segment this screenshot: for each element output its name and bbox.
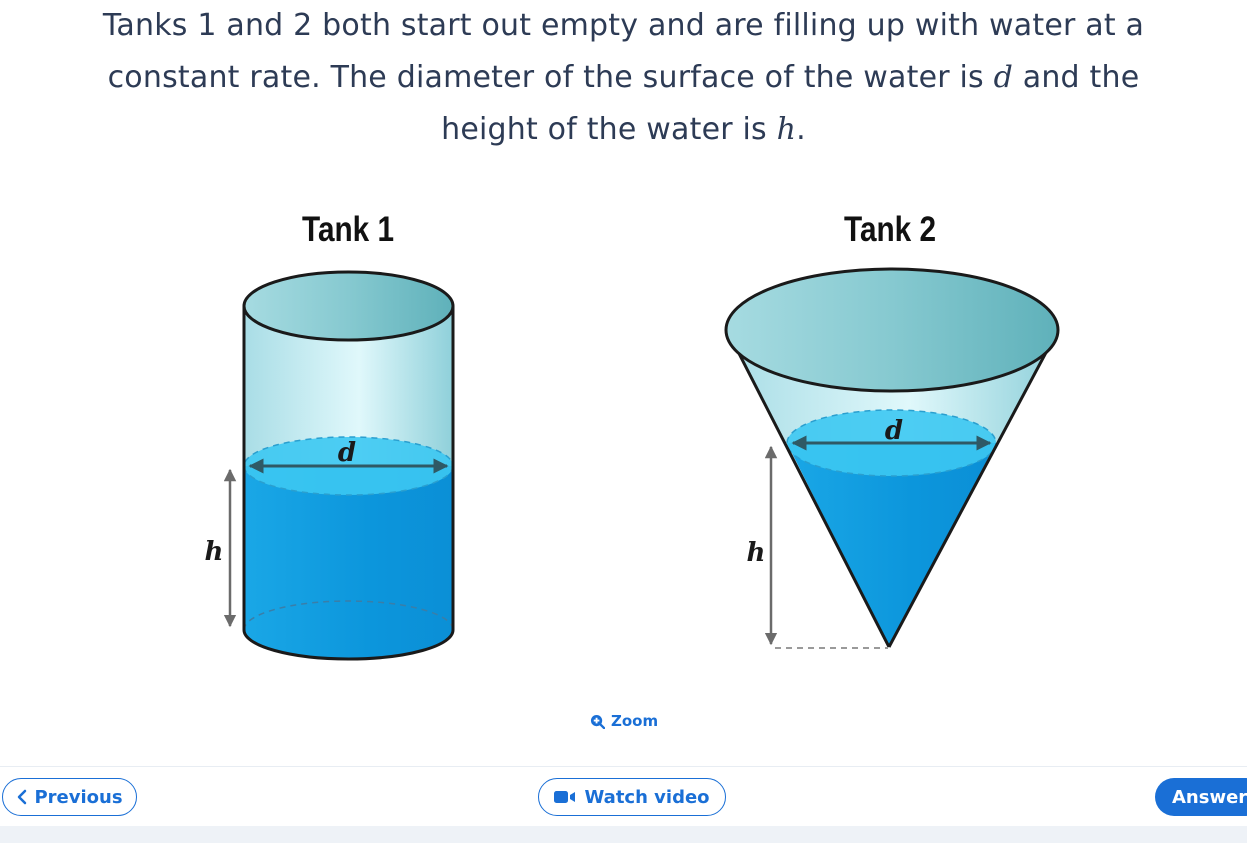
zoom-label: Zoom [611,712,659,730]
footer-divider [0,766,1247,767]
tank-2-cone: d h [724,267,1060,649]
tanks-figure: d h d h [205,267,1060,661]
tank-2-height-label: h [747,538,766,568]
tank-2-top-rim [724,267,1060,393]
chevron-left-icon [18,789,27,805]
watch-video-button[interactable]: Watch video [538,778,726,816]
answer-button[interactable]: Answer [1155,778,1247,816]
tank-1-height-label: h [205,537,224,567]
watch-video-label: Watch video [584,786,710,808]
video-camera-icon [554,791,576,803]
answer-label: Answer [1172,786,1247,808]
bottom-bar [0,826,1247,843]
tank-2-diameter-label: d [885,416,903,446]
tank-1-diameter-label: d [338,438,356,468]
zoom-button[interactable]: Zoom [590,712,658,730]
previous-button[interactable]: Previous [2,778,137,816]
tank-1-top-rim [242,270,455,342]
zoom-in-icon [590,714,605,729]
previous-label: Previous [34,786,123,808]
tank-1-cylinder: d h [205,270,455,661]
